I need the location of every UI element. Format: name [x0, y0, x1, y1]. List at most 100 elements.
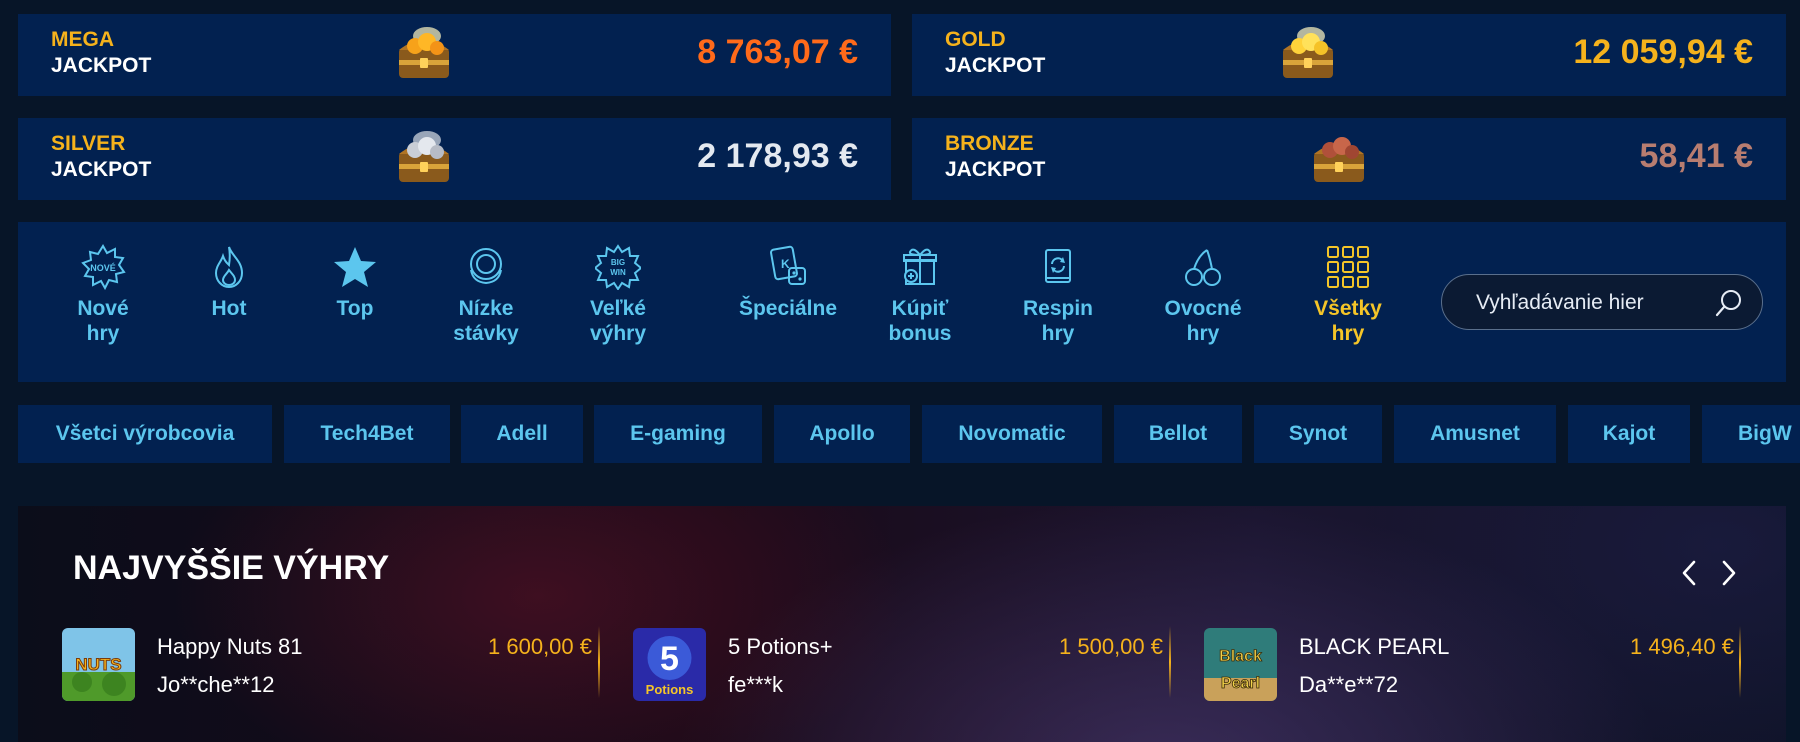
bronze-chest-icon — [1314, 137, 1364, 182]
svg-text:5: 5 — [660, 640, 679, 678]
svg-text:Pearl: Pearl — [1221, 675, 1260, 692]
jackpot-bronze-panel: BRONZE JACKPOT 58,41 € — [912, 118, 1786, 200]
category-low-stakes[interactable]: Nízke stávky — [426, 244, 546, 346]
category-label: Všetky — [1314, 297, 1382, 320]
svg-text:NOVÉ: NOVÉ — [90, 263, 116, 273]
grid-icon — [1327, 246, 1369, 288]
category-label-2: hry — [86, 322, 120, 345]
svg-text:NUTS: NUTS — [75, 655, 121, 674]
chevron-right-icon[interactable] — [1715, 558, 1741, 588]
jackpot-tier: MEGA — [51, 28, 114, 51]
cards-dice-icon: K — [770, 245, 806, 285]
game-thumbnail: Black Pearl — [1204, 628, 1277, 701]
category-label: Špeciálne — [738, 297, 838, 320]
jackpot-word: JACKPOT — [51, 158, 152, 181]
gold-chest-icon — [399, 27, 449, 78]
jackpot-label: MEGA JACKPOT — [51, 27, 151, 79]
provider-chip[interactable]: Adell — [461, 405, 583, 463]
provider-chip[interactable]: Apollo — [774, 405, 910, 463]
svg-text:BIG: BIG — [611, 258, 625, 267]
jackpot-tier: BRONZE — [945, 132, 1034, 155]
jackpot-label: BRONZE JACKPOT — [945, 131, 1045, 183]
category-label: Hot — [211, 297, 247, 320]
jackpot-gold-panel: GOLD JACKPOT 12 059,94 € — [912, 14, 1786, 96]
category-label: Nové — [77, 297, 129, 320]
search-input[interactable] — [1474, 287, 1708, 319]
chips-icon — [470, 248, 502, 285]
silver-chest-icon — [399, 131, 449, 182]
category-fruit-games[interactable]: Ovocné hry — [1143, 244, 1263, 346]
jackpot-mega-panel: MEGA JACKPOT 8 763,07 € — [18, 14, 891, 96]
provider-chip[interactable]: E-gaming — [594, 405, 762, 463]
search-icon[interactable] — [1714, 288, 1744, 318]
jackpot-word: JACKPOT — [945, 54, 1046, 77]
jackpot-amount: 58,41 € — [1639, 137, 1753, 175]
respin-icon — [1045, 249, 1071, 283]
new-badge-icon: NOVÉ — [81, 244, 126, 290]
svg-text:WIN: WIN — [610, 268, 626, 277]
item-divider — [1169, 626, 1171, 698]
jackpot-label: SILVER JACKPOT — [51, 131, 151, 183]
category-label: Ovocné — [1164, 297, 1242, 320]
jackpot-tier: GOLD — [945, 28, 1006, 51]
category-buy-bonus[interactable]: Kúpiť bonus — [860, 244, 980, 346]
category-new-games[interactable]: NOVÉ Nové hry — [43, 244, 163, 346]
winner-name: Jo**che**12 — [157, 672, 275, 697]
chevron-left-icon[interactable] — [1677, 558, 1703, 588]
provider-chip[interactable]: Bellot — [1114, 405, 1242, 463]
category-label: Nízke — [458, 297, 514, 320]
category-big-wins[interactable]: BIG WIN Veľké výhry — [558, 244, 678, 346]
provider-chip[interactable]: Novomatic — [922, 405, 1102, 463]
game-name: 5 Potions+ — [728, 634, 833, 659]
jackpot-word: JACKPOT — [945, 158, 1046, 181]
win-amount: 1 496,40 € — [1630, 634, 1734, 659]
provider-chip[interactable]: Kajot — [1568, 405, 1690, 463]
star-icon — [334, 247, 376, 287]
category-special[interactable]: K Špeciálne — [708, 244, 868, 321]
category-all-games[interactable]: Všetky hry — [1288, 244, 1408, 346]
category-label-2: hry — [1186, 322, 1220, 345]
game-name: Happy Nuts 81 — [157, 634, 303, 659]
win-amount: 1 500,00 € — [1059, 634, 1163, 659]
category-label: Top — [336, 297, 374, 320]
svg-text:Potions: Potions — [646, 682, 694, 697]
jackpot-amount: 12 059,94 € — [1573, 33, 1753, 71]
top-wins-section: NAJVYŠŠIE VÝHRY NUTS Happy Nuts 81 Jo**c… — [18, 506, 1786, 742]
jackpot-amount: 8 763,07 € — [697, 33, 858, 71]
category-label: Veľké — [590, 297, 646, 320]
provider-chip-all[interactable]: Všetci výrobcovia — [18, 405, 272, 463]
category-top[interactable]: Top — [295, 244, 415, 321]
gift-plus-icon — [903, 248, 937, 285]
game-thumbnail: 5 Potions — [633, 628, 706, 701]
item-divider — [598, 626, 600, 698]
category-label-2: stávky — [453, 322, 519, 345]
provider-chip[interactable]: Tech4Bet — [284, 405, 450, 463]
provider-chip[interactable]: Amusnet — [1394, 405, 1556, 463]
winner-name: Da**e**72 — [1299, 672, 1399, 697]
jackpot-word: JACKPOT — [51, 54, 152, 77]
category-respin[interactable]: Respin hry — [998, 244, 1118, 346]
winner-name: fe***k — [728, 672, 784, 697]
category-label: Kúpiť — [891, 297, 949, 320]
flame-icon — [214, 246, 244, 289]
jackpot-amount: 2 178,93 € — [697, 137, 858, 175]
top-win-item[interactable]: 5 Potions 5 Potions+ fe***k 1 500,00 € — [633, 628, 1163, 708]
game-name: BLACK PEARL — [1299, 634, 1450, 659]
provider-chip[interactable]: Synot — [1254, 405, 1382, 463]
item-divider — [1739, 626, 1741, 698]
top-win-item[interactable]: NUTS Happy Nuts 81 Jo**che**12 1 600,00 … — [62, 628, 592, 708]
game-thumbnail: NUTS — [62, 628, 135, 701]
provider-chip[interactable]: BigW — [1702, 405, 1800, 463]
section-title: NAJVYŠŠIE VÝHRY — [73, 549, 390, 587]
category-label-2: bonus — [888, 322, 952, 345]
gold-chest-icon — [1283, 27, 1333, 78]
top-win-item[interactable]: Black Pearl BLACK PEARL Da**e**72 1 496,… — [1204, 628, 1734, 708]
jackpot-silver-panel: SILVER JACKPOT 2 178,93 € — [18, 118, 891, 200]
category-nav: NOVÉ Nové hry Hot Top Nízke stávky BIG W… — [18, 222, 1786, 382]
win-amount: 1 600,00 € — [488, 634, 592, 659]
cherries-icon — [1185, 249, 1221, 286]
category-label-2: hry — [1331, 322, 1365, 345]
category-hot[interactable]: Hot — [169, 244, 289, 321]
category-label-2: výhry — [589, 322, 647, 345]
jackpot-tier: SILVER — [51, 132, 126, 155]
